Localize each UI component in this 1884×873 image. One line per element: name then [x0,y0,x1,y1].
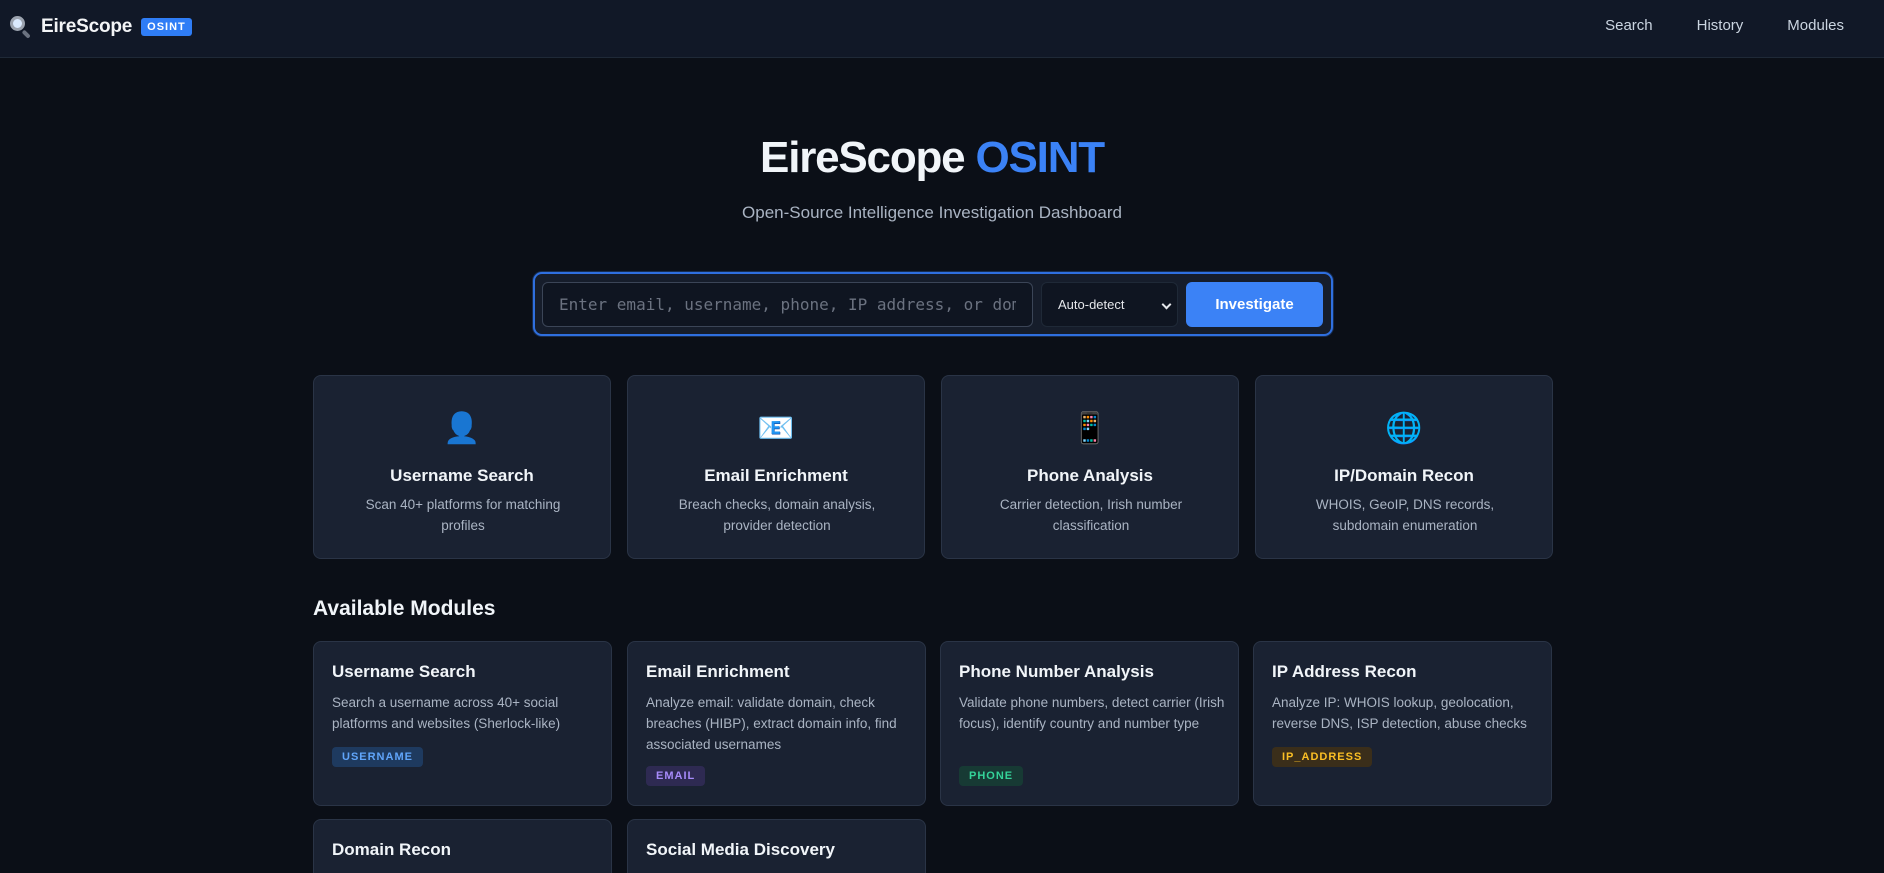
feature-title: Email Enrichment [704,466,848,485]
hero-title-main: EireScope [760,133,966,182]
module-description: Analyze IP: WHOIS lookup, geolocation, r… [1272,695,1527,731]
investigate-button[interactable]: Investigate [1186,282,1323,327]
target-type-select[interactable]: Auto-detect [1041,282,1178,327]
feature-description: Carrier detection, Irish number classifi… [999,497,1183,533]
globe-icon: 🌐 [1385,411,1423,445]
search-panel: Auto-detect Investigate [533,272,1333,336]
module-card-username-search[interactable]: Username Search Search a username across… [313,641,612,806]
feature-title: Username Search [390,466,534,485]
module-description: Search a username across 40+ social plat… [332,695,561,731]
module-card-social-media-discovery[interactable]: Social Media Discovery [627,819,926,873]
feature-card-ip-domain[interactable]: 🌐 IP/Domain Recon WHOIS, GeoIP, DNS reco… [1255,375,1553,559]
user-silhouette-icon: 👤 [443,411,481,445]
module-type-badge: USERNAME [332,747,423,767]
module-card-ip-address-recon[interactable]: IP Address Recon Analyze IP: WHOIS looku… [1253,641,1552,806]
search-input[interactable] [542,282,1033,327]
nav-link-search[interactable]: Search [1605,17,1653,34]
module-description: Validate phone numbers, detect carrier (… [959,695,1225,731]
module-card-phone-number-analysis[interactable]: Phone Number Analysis Validate phone num… [940,641,1239,806]
brand-badge: OSINT [141,18,192,36]
feature-card-username[interactable]: 👤 Username Search Scan 40+ platforms for… [313,375,611,559]
hero-title-accent: OSINT [975,133,1106,182]
module-type-badge: EMAIL [646,766,706,786]
module-description: Analyze email: validate domain, check br… [646,695,897,752]
section-title-available-modules: Available Modules [313,597,496,620]
magnifier-icon [8,14,34,40]
module-title: Username Search [332,662,476,681]
feature-description: Scan 40+ platforms for matching profiles [365,497,561,533]
email-icon: 📧 [757,411,795,445]
feature-title: IP/Domain Recon [1334,466,1474,485]
nav-link-history[interactable]: History [1697,17,1744,34]
module-card-domain-recon[interactable]: Domain Recon [313,819,612,873]
brand-name: EireScope [41,16,133,37]
module-title: IP Address Recon [1272,662,1417,681]
main-nav: Search History Modules [1605,17,1844,34]
feature-description: WHOIS, GeoIP, DNS records, subdomain enu… [1315,497,1495,533]
nav-link-modules[interactable]: Modules [1787,17,1844,34]
module-title: Domain Recon [332,840,452,859]
module-title: Email Enrichment [646,662,790,681]
target-type-value: Auto-detect [1058,297,1125,312]
module-type-badge: PHONE [959,766,1024,786]
feature-title: Phone Analysis [1027,466,1153,485]
top-navbar: EireScope OSINT Search History Modules [0,0,1884,58]
brand[interactable]: EireScope OSINT [8,13,192,41]
module-title: Phone Number Analysis [959,662,1154,681]
chevron-down-icon [1161,299,1172,310]
module-type-badge: IP_ADDRESS [1272,747,1373,767]
feature-card-email[interactable]: 📧 Email Enrichment Breach checks, domain… [627,375,925,559]
hero-subtitle: Open-Source Intelligence Investigation D… [742,203,1122,222]
hero-title: EireScope OSINT [0,133,1864,183]
module-title: Social Media Discovery [646,840,835,859]
feature-card-phone[interactable]: 📱 Phone Analysis Carrier detection, Iris… [941,375,1239,559]
module-card-email-enrichment[interactable]: Email Enrichment Analyze email: validate… [627,641,926,806]
feature-description: Breach checks, domain analysis, provider… [678,497,876,533]
mobile-phone-icon: 📱 [1071,411,1109,445]
